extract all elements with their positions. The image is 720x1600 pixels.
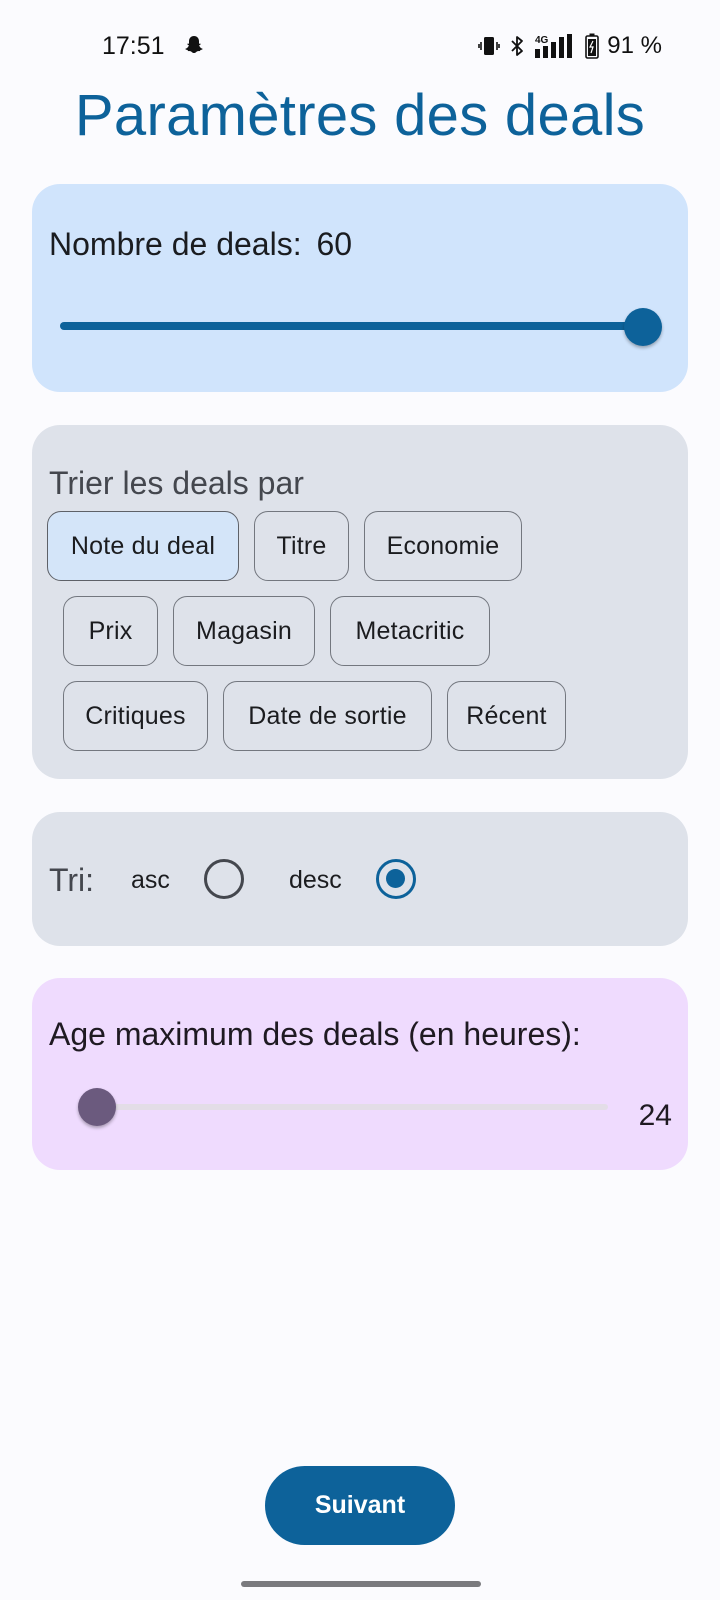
page-title: Paramètres des deals xyxy=(74,83,646,148)
desc-label: desc xyxy=(289,866,342,894)
order-card: Tri: asc desc xyxy=(32,812,688,946)
sort-chip-metacritic[interactable]: Metacritic xyxy=(330,596,490,666)
status-bar: 17:51 4G 91 % xyxy=(0,0,720,90)
signal-icon: 4G xyxy=(535,34,573,58)
max-age-label: Age maximum des deals (en heures): xyxy=(49,1016,581,1052)
snapchat-icon xyxy=(185,36,203,53)
sort-card: Trier les deals par Note du deal Titre E… xyxy=(32,425,688,779)
deal-count-card: Nombre de deals: 60 xyxy=(32,184,688,392)
status-icons: 4G 91 % xyxy=(477,32,662,60)
deal-count-value: 60 xyxy=(316,226,353,262)
network-type: 4G xyxy=(535,35,549,46)
home-indicator[interactable] xyxy=(241,1581,481,1587)
asc-label: asc xyxy=(131,866,170,894)
vibrate-icon xyxy=(478,37,501,55)
sort-label: Trier les deals par xyxy=(49,465,304,501)
sort-chip-magasin[interactable]: Magasin xyxy=(173,596,315,666)
sort-chip-critiques[interactable]: Critiques xyxy=(63,681,208,751)
sort-chip-titre[interactable]: Titre xyxy=(254,511,349,581)
deal-count-label: Nombre de deals: 60 xyxy=(49,226,352,263)
desc-radio[interactable] xyxy=(376,859,416,899)
sort-chip-prix[interactable]: Prix xyxy=(63,596,158,666)
sort-chip-date-de-sortie[interactable]: Date de sortie xyxy=(223,681,432,751)
deal-count-slider-thumb[interactable] xyxy=(624,308,662,346)
sort-chip-note[interactable]: Note du deal xyxy=(47,511,239,581)
battery-level: 91 % xyxy=(607,32,662,59)
sort-chip-recent[interactable]: Récent xyxy=(447,681,566,751)
status-time: 17:51 xyxy=(102,32,165,60)
bluetooth-icon xyxy=(511,36,524,56)
next-button[interactable]: Suivant xyxy=(265,1466,455,1545)
asc-radio[interactable] xyxy=(204,859,244,899)
max-age-value: 24 xyxy=(638,1099,672,1132)
max-age-slider-thumb[interactable] xyxy=(78,1088,116,1126)
sort-chip-economie[interactable]: Economie xyxy=(364,511,522,581)
max-age-card: Age maximum des deals (en heures): 24 xyxy=(32,978,688,1170)
screen: 17:51 4G 91 % Paramètres des deals Nombr… xyxy=(0,0,720,1600)
order-label: Tri: xyxy=(49,862,95,898)
deal-count-text: Nombre de deals: xyxy=(49,226,302,262)
max-age-slider-track[interactable] xyxy=(112,1104,608,1110)
deal-count-slider-track[interactable] xyxy=(60,322,632,330)
battery-icon xyxy=(585,33,600,59)
